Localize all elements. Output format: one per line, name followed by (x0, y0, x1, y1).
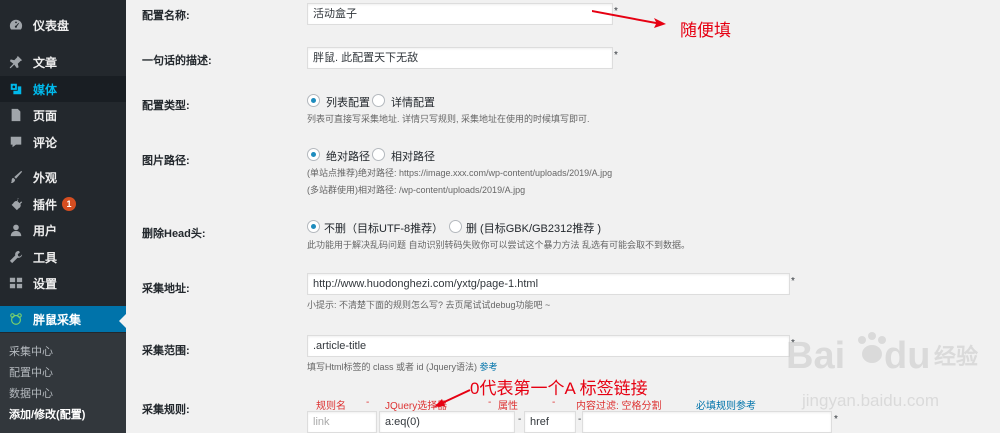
path-relative-radio[interactable] (372, 148, 385, 161)
sidebar-item-media[interactable]: 媒体 (0, 76, 126, 102)
config-name-input[interactable]: 活动盒子 (307, 3, 613, 25)
submenu-collect-center[interactable]: 采集中心 (9, 343, 53, 359)
update-count-badge: 1 (62, 197, 77, 211)
media-icon (8, 81, 24, 97)
annotation-arrow (592, 10, 666, 28)
head-delete-radio[interactable] (449, 220, 462, 233)
annotation-fill-any: 随便填 (680, 21, 731, 40)
type-detail-label: 详情配置 (391, 97, 435, 109)
sidebar-item-plugins[interactable]: 插件 1 (0, 191, 126, 217)
dashboard-icon (8, 17, 24, 33)
rule-attribute-input[interactable]: href (524, 411, 576, 433)
collect-url-input[interactable]: http://www.huodonghezi.com/yxtg/page-1.h… (307, 273, 790, 295)
submenu-data-center[interactable]: 数据中心 (9, 385, 53, 401)
current-menu-arrow (119, 314, 126, 328)
type-list-label: 列表配置 (326, 97, 370, 109)
config-desc-label: 一句话的描述: (142, 55, 212, 67)
fatrat-icon (8, 311, 24, 327)
annotation-arrow (434, 389, 471, 407)
sidebar-item-label: 胖鼠采集 (33, 312, 82, 327)
watermark-url: jingyan.baidu.com (801, 391, 939, 410)
path-relative-label: 相对路径 (391, 151, 435, 163)
field-separator: - (578, 414, 582, 425)
header-separator: - (366, 397, 370, 408)
rule-name-input[interactable]: link (307, 411, 377, 433)
image-path-help-relative: (多站群使用)相对路径: /wp-content/uploads/2019/A.… (307, 185, 526, 195)
field-separator: - (518, 414, 522, 425)
wrench-icon (8, 249, 24, 265)
required-mark: * (791, 276, 795, 287)
collect-range-input[interactable]: .article-title (307, 335, 790, 357)
sidebar-item-label: 设置 (33, 276, 58, 291)
sidebar-item-label: 仪表盘 (33, 18, 70, 33)
content-filter-header: 内容过滤: 空格分割 (576, 401, 662, 412)
sidebar-item-settings[interactable]: 设置 (0, 270, 126, 296)
rule-selector-input[interactable]: a:eq(0) (379, 411, 515, 433)
sidebar-item-label: 媒体 (33, 82, 58, 97)
annotation-link-note: 0代表第一个A 标签链接 (470, 379, 648, 398)
sidebar-item-label: 工具 (33, 250, 58, 265)
head-keep-radio[interactable] (307, 220, 320, 233)
sidebar-item-users[interactable]: 用户 (0, 217, 126, 243)
sidebar-item-label: 外观 (33, 170, 58, 185)
collect-range-help: 填写Html标签的 class 或者 id (Jquery语法) 参考 (307, 362, 498, 372)
collect-rules-label: 采集规则: (142, 404, 190, 416)
sidebar-item-comments[interactable]: 评论 (0, 129, 126, 155)
user-icon (8, 222, 24, 238)
sidebar-item-label: 插件 (33, 197, 58, 212)
page-icon (8, 107, 24, 123)
collect-range-label: 采集范围: (142, 345, 190, 357)
submenu-config-center[interactable]: 配置中心 (9, 364, 53, 380)
admin-sidebar: 仪表盘 文章 媒体 页面 评论 外观 插件 1 用户 工具 设置 胖鼠采集 采集… (0, 0, 126, 433)
plugin-icon (8, 196, 24, 212)
sidebar-item-label: 文章 (33, 55, 58, 70)
settings-icon (8, 275, 24, 291)
image-path-label: 图片路径: (142, 155, 190, 167)
sidebar-item-label: 评论 (33, 135, 58, 150)
head-keep-label: 不删（目标UTF-8推荐） (324, 223, 444, 235)
delete-head-label: 删除Head头: (142, 228, 206, 240)
fatrat-submenu: 采集中心 配置中心 数据中心 添加/修改(配置) (0, 333, 126, 433)
type-detail-radio[interactable] (372, 94, 385, 107)
brush-icon (8, 169, 24, 185)
collect-url-help: 小提示: 不清楚下面的规则怎么写? 去页尾试试debug功能吧 ~ (307, 300, 551, 310)
config-desc-input[interactable]: 胖鼠. 此配置天下无敌 (307, 47, 613, 69)
head-delete-label: 删 (目标GBK/GB2312推荐 ) (466, 223, 602, 235)
reference-link[interactable]: 参考 (480, 362, 498, 372)
sidebar-item-posts[interactable]: 文章 (0, 49, 126, 75)
comment-icon (8, 134, 24, 150)
sidebar-item-appearance[interactable]: 外观 (0, 164, 126, 190)
attribute-header: 属性 (498, 401, 518, 412)
delete-head-help: 此功能用于解决乱码问题 自动识别转码失败你可以尝试这个暴力方法 乱选有可能会取不… (307, 240, 691, 250)
sidebar-item-fatrat[interactable]: 胖鼠采集 (0, 306, 126, 332)
sidebar-item-label: 用户 (33, 223, 58, 238)
rule-name-header: 规则名 (316, 401, 346, 412)
watermark-brand-bai: Bai (786, 335, 845, 377)
path-absolute-label: 绝对路径 (326, 151, 370, 163)
rule-reference-link[interactable]: 必填规则参考 (696, 397, 756, 412)
pin-icon (8, 54, 24, 70)
sidebar-item-label: 页面 (33, 108, 58, 123)
config-type-help: 列表可直接写采集地址. 详情只写规则, 采集地址在使用的时候填写即可. (307, 114, 590, 124)
sidebar-item-tools[interactable]: 工具 (0, 244, 126, 270)
paw-icon (858, 332, 886, 363)
type-list-radio[interactable] (307, 94, 320, 107)
collect-url-label: 采集地址: (142, 283, 190, 295)
watermark-brand-du: du (884, 335, 930, 377)
path-absolute-radio[interactable] (307, 148, 320, 161)
sidebar-item-pages[interactable]: 页面 (0, 102, 126, 128)
baidu-jingyan-watermark: Bai du 经验 jingyan.baidu.com (784, 318, 984, 418)
watermark-jingyan: 经验 (934, 344, 978, 370)
image-path-help-absolute: (单站点推荐)绝对路径: https://image.xxx.com/wp-co… (307, 168, 613, 178)
sidebar-item-dashboard[interactable]: 仪表盘 (0, 12, 126, 38)
required-mark: * (614, 50, 618, 61)
config-name-label: 配置名称: (142, 10, 190, 22)
submenu-add-edit-config[interactable]: 添加/修改(配置) (9, 406, 85, 422)
config-type-label: 配置类型: (142, 100, 190, 112)
